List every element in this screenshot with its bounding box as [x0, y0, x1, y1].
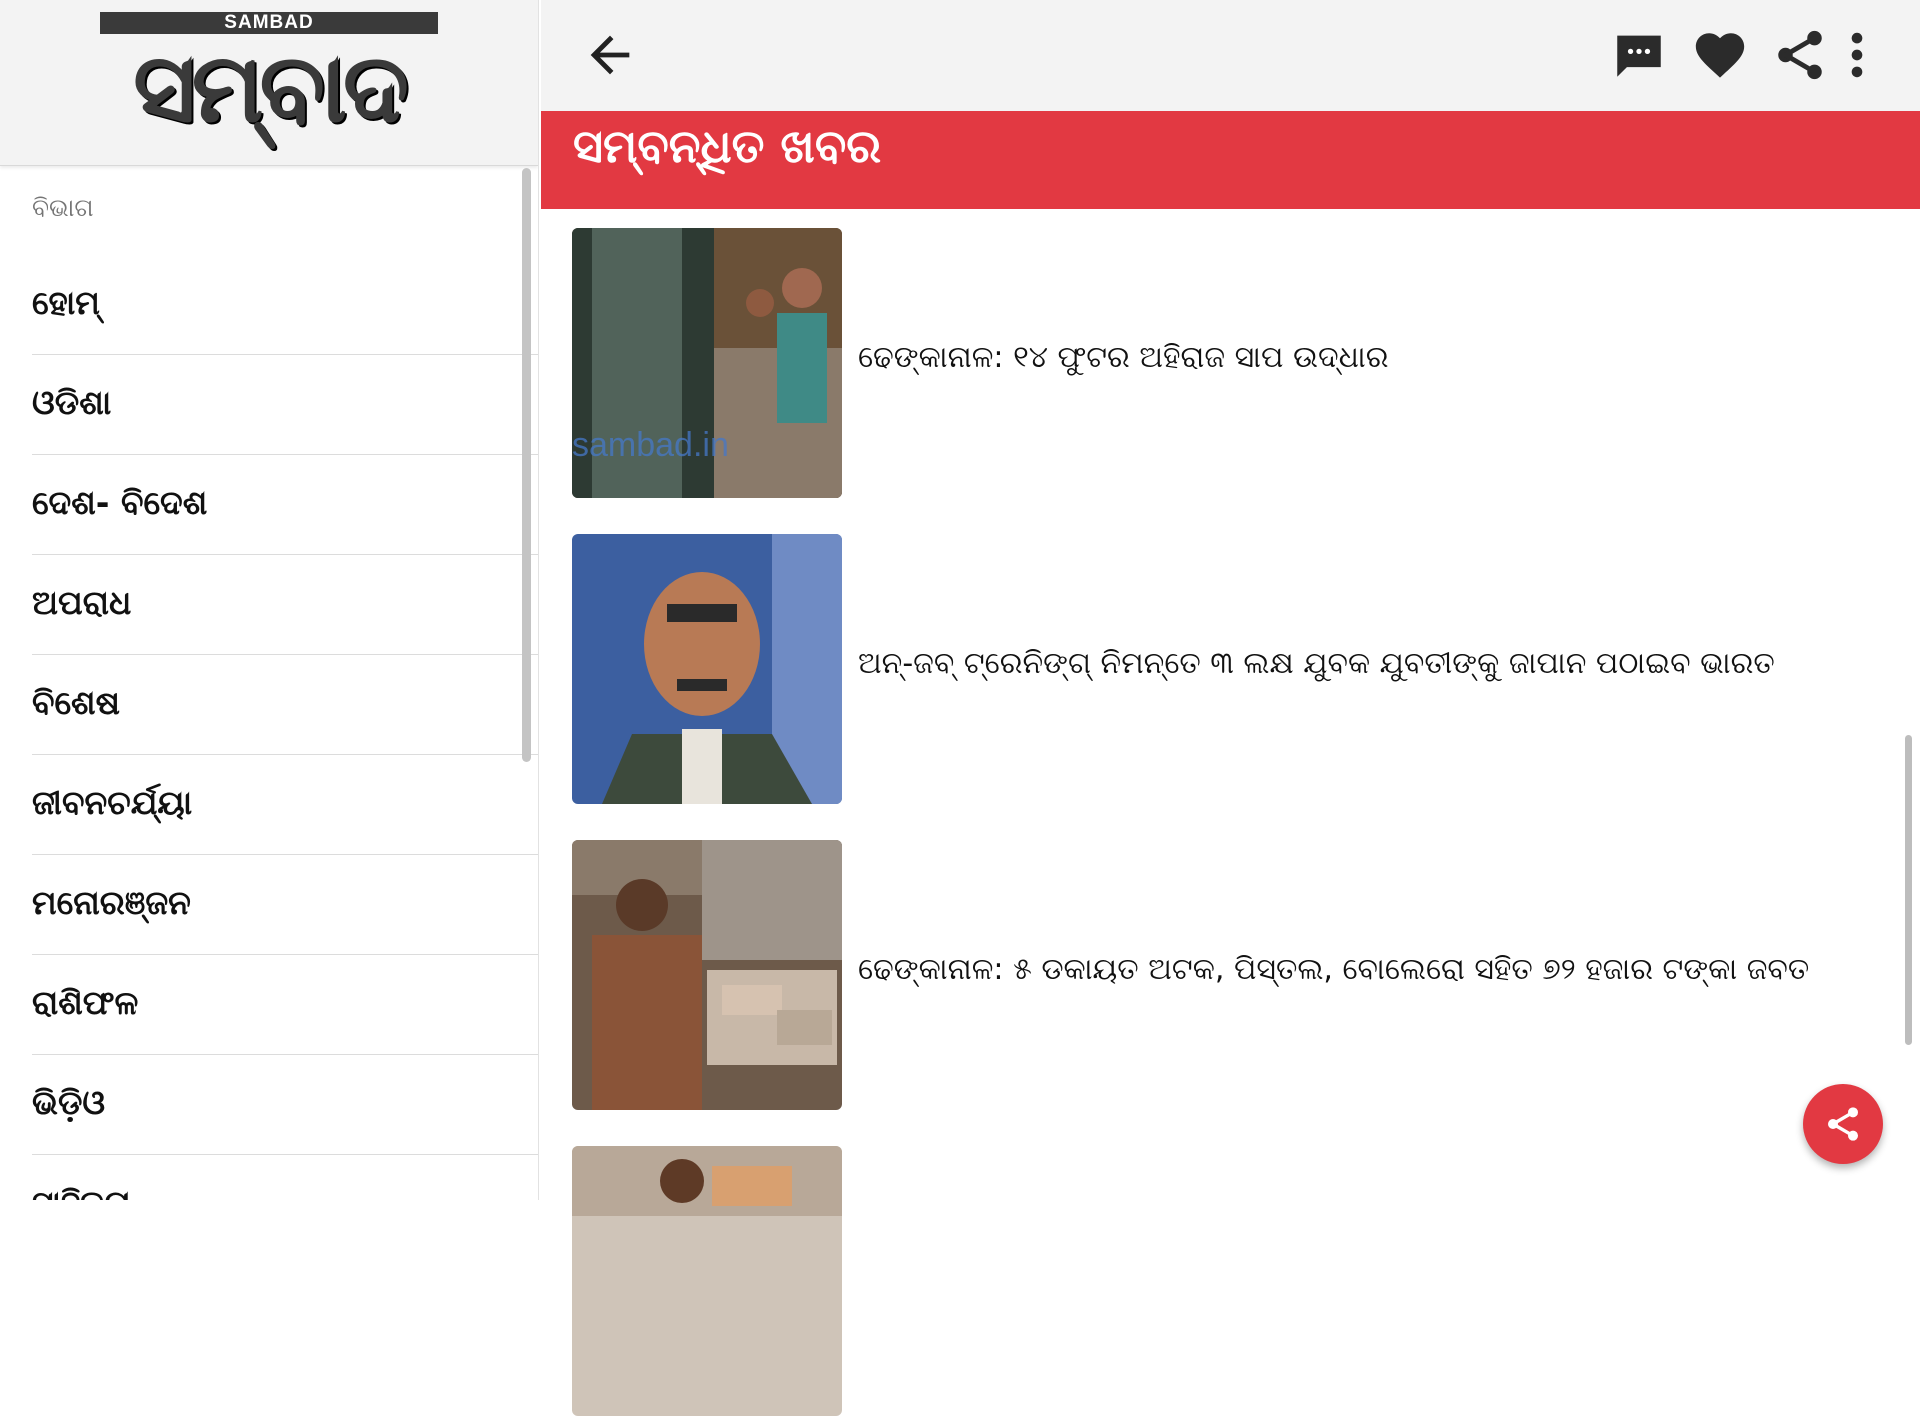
drawer-item-desh-videsh[interactable]: ଦେଶ- ବିଦେଶ: [32, 455, 538, 555]
navigation-drawer: SAMBAD ସମ୍ବାଦ ବିଭାଗ ହୋମ୍ ଓଡିଶା ଦେଶ- ବିଦେ…: [0, 0, 539, 1200]
drawer-item-odisha[interactable]: ଓଡିଶା: [32, 355, 538, 455]
news-item[interactable]: ଢେଙ୍କାନାଳ: ୫ ଡକାୟତ ଅଟକ, ପିସ୍ତଲ, ବୋଲେରୋ ସ…: [572, 840, 1872, 1110]
drawer-item-label: ଦେଶ- ବିଦେଶ: [32, 483, 208, 522]
drawer-item-label: ହୋମ୍: [32, 283, 100, 322]
drawer-item-horoscope[interactable]: ରାଶିଫଳ: [32, 955, 538, 1055]
article-toolbar: [541, 0, 1920, 111]
thumbnail-watermark: sambad.in: [572, 426, 729, 464]
news-thumbnail: [572, 840, 842, 1110]
drawer-item-label: ଅପରାଧ: [32, 583, 132, 622]
news-thumbnail: [572, 1146, 842, 1416]
drawer-item-home[interactable]: ହୋମ୍: [32, 255, 538, 355]
drawer-item-entertainment[interactable]: ମନୋରଞ୍ଜନ: [32, 855, 538, 955]
arrow-back-icon[interactable]: [581, 26, 639, 84]
news-item[interactable]: ଅନ୍-ଜବ୍ ଟ୍ରେନିଙ୍ଗ୍ ନିମନ୍ତେ ୩ ଲକ୍ଷ ଯୁବକ ଯ…: [572, 534, 1872, 804]
drawer-item-label: ଭିଡ଼ିଓ: [32, 1083, 106, 1122]
section-label: ବିଭାଗ: [32, 193, 94, 222]
drawer-item-label: ମନୋରଞ୍ଜନ: [32, 883, 191, 922]
sambad-logo[interactable]: SAMBAD ସମ୍ବାଦ: [100, 12, 438, 147]
drawer-item-video[interactable]: ଭିଡ଼ିଓ: [32, 1055, 538, 1155]
logo-main-text: ସମ୍ବାଦ: [133, 32, 409, 144]
related-news-banner: ସମ୍ବନ୍ଧିତ ଖବର: [541, 111, 1920, 209]
drawer-item-label: ବିଶେଷ: [32, 683, 120, 722]
drawer-item-label: ସାହିତ୍ୟ: [32, 1183, 131, 1200]
logo-top-text: SAMBAD: [100, 12, 438, 34]
news-headline[interactable]: ଅନ୍-ଜବ୍ ଟ୍ରେନିଙ୍ଗ୍ ନିମନ୍ତେ ୩ ଲକ୍ଷ ଯୁବକ ଯ…: [858, 646, 1775, 681]
drawer-scrollbar[interactable]: [522, 168, 531, 762]
more-vert-icon[interactable]: [1839, 26, 1875, 84]
drawer-item-literature[interactable]: ସାହିତ୍ୟ: [32, 1155, 538, 1200]
drawer-item-label: ରାଶିଫଳ: [32, 983, 139, 1022]
comment-icon[interactable]: [1610, 26, 1668, 84]
share-fab-button[interactable]: [1803, 1084, 1883, 1164]
drawer-header: SAMBAD ସମ୍ବାଦ: [0, 0, 538, 166]
news-item[interactable]: [572, 1146, 1872, 1416]
news-headline[interactable]: ଢେଙ୍କାନାଳ: ୫ ଡକାୟତ ଅଟକ, ପିସ୍ତଲ, ବୋଲେରୋ ସ…: [858, 952, 1809, 987]
drawer-menu: ହୋମ୍ ଓଡିଶା ଦେଶ- ବିଦେଶ ଅପରାଧ ବିଶେଷ ଜୀବନଚର…: [0, 255, 538, 1200]
share-icon: [1828, 1107, 1858, 1141]
drawer-item-label: ଜୀବନଚର୍ଯ୍ୟା: [32, 783, 193, 822]
content-scrollbar[interactable]: [1905, 735, 1912, 1045]
share-icon[interactable]: [1771, 26, 1829, 84]
drawer-item-label: ଓଡିଶା: [32, 383, 112, 422]
drawer-item-crime[interactable]: ଅପରାଧ: [32, 555, 538, 655]
heart-icon[interactable]: [1691, 26, 1749, 84]
related-news-title: ସମ୍ବନ୍ଧିତ ଖବର: [573, 119, 882, 173]
news-headline[interactable]: ଢେଙ୍କାନାଳ: ୧୪ ଫୁଟର ଅହିରାଜ ସାପ ଉଦ୍ଧାର: [858, 340, 1389, 375]
drawer-item-special[interactable]: ବିଶେଷ: [32, 655, 538, 755]
news-item[interactable]: sambad.in ଢେଙ୍କାନାଳ: ୧୪ ଫୁଟର ଅହିରାଜ ସାପ …: [572, 228, 1872, 498]
news-thumbnail: sambad.in: [572, 228, 842, 498]
drawer-item-lifestyle[interactable]: ଜୀବନଚର୍ଯ୍ୟା: [32, 755, 538, 855]
news-thumbnail: [572, 534, 842, 804]
